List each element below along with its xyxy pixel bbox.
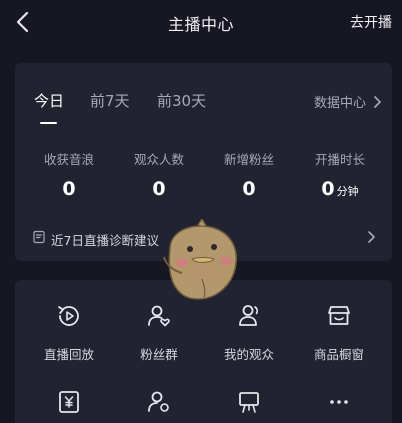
document-icon xyxy=(33,230,45,244)
diagnosis-label: 近7日直播诊断建议 xyxy=(51,233,159,248)
page-title: 主播中心 xyxy=(167,15,234,34)
period-tabs: 今日 前7天 前30天 数据中心 xyxy=(15,63,392,124)
function-label: 粉丝群 xyxy=(140,347,178,362)
function-label: 我的观众 xyxy=(223,347,274,362)
more-icon xyxy=(330,400,348,404)
active-tab-indicator xyxy=(40,122,57,124)
stat-live-duration[interactable]: 开播时长 0 分钟 xyxy=(295,149,385,200)
stat-new-fans[interactable]: 新增粉丝 0 xyxy=(204,149,294,200)
income-icon xyxy=(59,391,79,413)
user-settings-icon xyxy=(148,391,169,412)
tab-last-7-days[interactable]: 前7天 xyxy=(90,90,130,111)
audience-icon xyxy=(239,305,259,326)
stat-label: 收获音浪 xyxy=(43,152,94,167)
shop-window-icon xyxy=(328,306,350,325)
stat-value: 0 xyxy=(152,178,166,200)
function-more[interactable] xyxy=(299,388,379,416)
fan-group-icon xyxy=(148,305,170,327)
stat-label: 观众人数 xyxy=(133,152,184,167)
function-label: 商品橱窗 xyxy=(313,347,364,362)
tab-last-30-days[interactable]: 前30天 xyxy=(157,90,206,111)
replay-icon xyxy=(58,306,79,326)
stat-value: 0 分钟 xyxy=(321,178,359,200)
stat-earned-sound-waves[interactable]: 收获音浪 0 xyxy=(24,149,114,200)
tab-today[interactable]: 今日 xyxy=(34,90,64,111)
data-center-label: 数据中心 xyxy=(313,96,366,111)
top-bar: 主播中心 去开播 xyxy=(0,0,402,44)
chevron-right-icon xyxy=(368,231,375,243)
function-fan-group[interactable]: 粉丝群 xyxy=(119,302,199,363)
function-live-replay[interactable]: 直播回放 xyxy=(29,302,109,363)
function-product-showcase[interactable]: 商品橱窗 xyxy=(299,302,379,363)
function-my-audience[interactable]: 我的观众 xyxy=(209,302,289,363)
stats-row: 收获音浪 0 观众人数 0 新增粉丝 0 开播时长 0 分钟 xyxy=(15,149,392,209)
stat-label: 新增粉丝 xyxy=(223,152,274,167)
data-center-link[interactable]: 数据中心 xyxy=(314,92,384,111)
stat-unit: 分钟 xyxy=(336,185,359,198)
mascot-sticker[interactable] xyxy=(152,219,248,305)
stat-audience-count[interactable]: 观众人数 0 xyxy=(114,149,204,200)
function-user-settings[interactable] xyxy=(119,388,199,416)
function-easel[interactable] xyxy=(209,388,289,416)
stat-value: 0 xyxy=(242,178,256,200)
function-income[interactable] xyxy=(29,388,109,416)
function-label: 直播回放 xyxy=(43,347,94,362)
stat-label: 开播时长 xyxy=(314,152,365,167)
go-live-button[interactable]: 去开播 xyxy=(350,12,392,32)
stat-value: 0 xyxy=(62,178,76,200)
easel-icon xyxy=(239,392,259,413)
chevron-right-icon xyxy=(374,95,381,108)
